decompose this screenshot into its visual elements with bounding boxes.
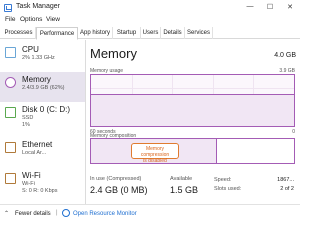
footer-separator: | <box>56 210 58 216</box>
open-resource-monitor-link[interactable]: Open Resource Monitor <box>73 211 137 217</box>
speed-label: Speed: <box>214 177 232 183</box>
available-value: 1.5 GB <box>170 185 199 195</box>
sidebar-item-detail: 1% <box>22 122 30 128</box>
tab-users[interactable]: Users <box>141 27 161 39</box>
compression-disabled-callout: Memory compression is disabled <box>131 143 179 164</box>
slots-label: Slots used: <box>214 186 242 192</box>
disk-graph-thumbnail <box>5 107 16 118</box>
sidebar-item-subtitle: Wi-Fi <box>22 181 35 187</box>
footer-bar: ⌃ Fewer details | Open Resource Monitor <box>0 204 300 222</box>
resource-monitor-icon[interactable] <box>62 209 70 217</box>
graph-gridline <box>91 87 294 89</box>
sidebar-item-cpu[interactable]: CPU 2% 1.33 GHz <box>0 42 85 72</box>
tab-performance[interactable]: Performance <box>36 27 78 40</box>
task-manager-icon <box>4 4 12 12</box>
in-use-label: In use (Compressed) <box>90 176 142 182</box>
memory-detail-panel: Memory 4.0 GB Memory usage 3.9 GB 60 sec… <box>88 40 300 204</box>
tab-strip: Processes Performance App history Startu… <box>0 27 300 40</box>
available-label: Available <box>170 176 193 182</box>
title-bar: Task Manager — ☐ ✕ <box>0 0 300 15</box>
page-title: Memory <box>90 46 137 61</box>
maximize-button[interactable]: ☐ <box>260 0 280 13</box>
window-title: Task Manager <box>16 3 60 10</box>
close-button[interactable]: ✕ <box>280 0 300 13</box>
speed-value: 1867... <box>277 177 294 183</box>
tab-startup[interactable]: Startup <box>113 27 141 39</box>
memory-composition-bar: Memory compression is disabled <box>90 138 295 164</box>
menu-view[interactable]: View <box>46 16 60 23</box>
sidebar-item-title: Memory <box>22 75 51 84</box>
memory-graph-thumbnail <box>5 77 16 88</box>
cpu-graph-thumbnail <box>5 47 16 58</box>
sidebar-item-title: Disk 0 (C: D:) <box>22 105 70 114</box>
time-axis-end: 0 <box>292 129 295 135</box>
sidebar-item-wifi[interactable]: Wi-Fi Wi-Fi S: 0 R: 0 Kbps <box>0 168 85 202</box>
sidebar-item-ethernet[interactable]: Ethernet Local Ar... <box>0 137 85 167</box>
tab-services[interactable]: Services <box>185 27 213 39</box>
tab-details[interactable]: Details <box>161 27 185 39</box>
slots-value: 2 of 2 <box>280 186 294 192</box>
chevron-up-icon[interactable]: ⌃ <box>4 210 9 217</box>
sidebar-item-memory[interactable]: Memory 2.4/3.9 GB (62%) <box>0 72 85 102</box>
sidebar-item-subtitle: 2.4/3.9 GB (62%) <box>22 85 65 91</box>
menu-options[interactable]: Options <box>20 16 42 23</box>
sidebar-item-title: Ethernet <box>22 140 53 149</box>
menu-file[interactable]: File <box>5 16 15 23</box>
menu-bar: File Options View <box>0 15 300 26</box>
memory-total: 4.0 GB <box>274 52 296 59</box>
sidebar-item-title: CPU <box>22 45 39 54</box>
sidebar-item-subtitle: SSD <box>22 115 34 121</box>
memory-usage-fill <box>91 94 294 126</box>
sidebar-item-title: Wi-Fi <box>22 171 41 180</box>
sidebar-item-subtitle: 2% 1.33 GHz <box>22 55 55 61</box>
in-use-value: 2.4 GB (0 MB) <box>90 185 148 195</box>
callout-line-1: Memory compression <box>140 146 170 158</box>
minimize-button[interactable]: — <box>240 0 260 13</box>
tab-processes[interactable]: Processes <box>2 27 36 39</box>
performance-sidebar: CPU 2% 1.33 GHz Memory 2.4/3.9 GB (62%) … <box>0 40 86 204</box>
sidebar-item-disk[interactable]: Disk 0 (C: D:) SSD 1% <box>0 102 85 136</box>
fewer-details-link[interactable]: Fewer details <box>15 211 51 217</box>
wifi-graph-thumbnail <box>5 173 16 184</box>
sidebar-item-detail: S: 0 R: 0 Kbps <box>22 188 58 194</box>
callout-line-2: is disabled <box>143 158 167 164</box>
tab-app-history[interactable]: App history <box>78 27 113 39</box>
ethernet-graph-thumbnail <box>5 142 16 153</box>
memory-usage-graph <box>90 74 295 127</box>
sidebar-item-subtitle: Local Ar... <box>22 150 47 156</box>
